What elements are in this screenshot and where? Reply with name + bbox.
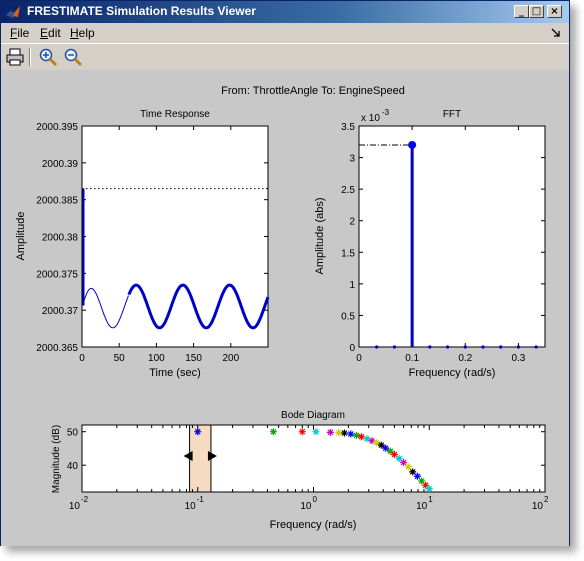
- time-response-xtick-label: 200: [222, 353, 239, 364]
- bode-xtick-exponent: 1: [428, 495, 433, 504]
- fft-point: [499, 345, 503, 349]
- bode-title: Bode Diagram: [281, 410, 345, 421]
- time-response-xtick-label: 100: [148, 353, 165, 364]
- bode-xtick-base: 10: [300, 501, 312, 512]
- time-response-ytick-label: 2000.395: [36, 122, 78, 133]
- fft-point: [481, 345, 485, 349]
- close-icon: ×: [550, 6, 559, 17]
- menu-help-rest: elp: [78, 26, 95, 40]
- time-response-ytick-label: 2000.37: [42, 306, 79, 317]
- menu-help-accel: H: [70, 26, 79, 40]
- figure-area: From: ThrottleAngle To: EngineSpeed Time…: [1, 70, 569, 546]
- time-response-ytick-label: 2000.375: [36, 269, 78, 280]
- bode-xtick-base: 10: [532, 501, 544, 512]
- fft-ytick-label: 1: [349, 280, 355, 291]
- time-response-axes[interactable]: [81, 125, 269, 348]
- fft-xtick-label: 0.1: [405, 353, 419, 364]
- window-title: FRESTIMATE Simulation Results Viewer: [27, 4, 256, 18]
- close-button[interactable]: ×: [547, 5, 562, 18]
- toolbar: [1, 43, 569, 71]
- fft-point: [392, 345, 397, 349]
- menu-help[interactable]: Help: [70, 26, 95, 40]
- minimize-icon: _: [519, 6, 524, 17]
- time-response-ylabel: Amplitude: [15, 212, 27, 261]
- menu-edit[interactable]: Edit: [40, 26, 61, 40]
- time-response-title: Time Response: [140, 109, 210, 120]
- fft-xtick-label: 0.2: [458, 353, 472, 364]
- fft-point: [534, 345, 538, 349]
- time-response-xtick-label: 0: [79, 353, 85, 364]
- fft-peak-marker[interactable]: [408, 140, 417, 149]
- fft-title: FFT: [443, 109, 461, 120]
- bode-ylabel: Magnitude (dB): [51, 425, 62, 493]
- figure-canvas: From: ThrottleAngle To: EngineSpeed Time…: [15, 85, 549, 531]
- fft-axes[interactable]: [358, 125, 546, 348]
- bode-xtick-base: 10: [69, 501, 81, 512]
- bode-xtick-exponent: -2: [81, 495, 89, 504]
- fft-ytick-label: 2: [349, 217, 355, 228]
- bode-xtick-exponent: -1: [197, 495, 205, 504]
- title-bar[interactable]: FRESTIMATE Simulation Results Viewer _ □…: [1, 1, 569, 23]
- time-response-xtick-label: 50: [114, 353, 126, 364]
- time-response-xtick-label: 150: [185, 353, 202, 364]
- fft-exponent-base: x 10: [361, 113, 380, 124]
- time-response-ytick-label: 2000.385: [36, 196, 78, 207]
- bode-ytick-label: 40: [67, 461, 79, 472]
- bode-xlabel: Frequency (rad/s): [270, 519, 357, 531]
- toolbar-separator: [29, 48, 31, 66]
- printer-icon[interactable]: [5, 47, 25, 67]
- zoom-out-icon[interactable]: [63, 47, 83, 67]
- minimize-button[interactable]: _: [514, 5, 529, 18]
- fft-ytick-label: 3: [349, 154, 355, 165]
- time-response-ytick-label: 2000.365: [36, 343, 78, 354]
- fft-ytick-label: 0.5: [341, 311, 355, 322]
- zoom-in-icon[interactable]: [38, 47, 58, 67]
- maximize-button[interactable]: □: [529, 5, 544, 18]
- bode-xtick-exponent: 2: [544, 495, 549, 504]
- fft-point: [375, 345, 379, 349]
- fft-xlabel: Frequency (rad/s): [409, 367, 496, 379]
- fft-point: [445, 345, 450, 349]
- fft-ytick-label: 0: [349, 343, 355, 354]
- bode-ytick-label: 50: [67, 428, 79, 439]
- time-response-ytick-label: 2000.39: [42, 159, 79, 170]
- maximize-icon: □: [531, 6, 542, 17]
- menu-edit-accel: E: [40, 26, 49, 40]
- app-window: FRESTIMATE Simulation Results Viewer _ □…: [0, 0, 570, 546]
- matlab-logo-icon: [6, 6, 20, 18]
- menu-edit-rest: dit: [48, 26, 61, 40]
- menu-bar: File Edit Help: [1, 23, 569, 42]
- fft-ylabel: Amplitude (abs): [314, 197, 326, 274]
- figure-header: From: ThrottleAngle To: EngineSpeed: [221, 85, 405, 97]
- menu-file[interactable]: File: [10, 26, 29, 40]
- fft-xtick-label: 0: [356, 353, 362, 364]
- bode-xtick-base: 10: [185, 501, 197, 512]
- time-response-xlabel: Time (sec): [149, 367, 201, 379]
- fft-xtick-label: 0.3: [511, 353, 525, 364]
- fft-ytick-label: 1.5: [341, 248, 355, 259]
- bode-axes[interactable]: [81, 424, 546, 493]
- bode-xtick-exponent: 0: [313, 495, 318, 504]
- fft-point: [428, 345, 432, 349]
- fft-exponent-power: -3: [382, 108, 390, 117]
- time-response-ytick-label: 2000.38: [42, 233, 79, 244]
- dock-arrow-icon[interactable]: [551, 28, 561, 38]
- bode-xtick-base: 10: [416, 501, 428, 512]
- fft-point: [463, 345, 467, 349]
- fft-ytick-label: 2.5: [341, 185, 355, 196]
- bode-selection-band[interactable]: [189, 424, 212, 493]
- fft-point: [516, 345, 521, 349]
- menu-file-rest: ile: [17, 26, 30, 40]
- fft-ytick-label: 3.5: [341, 122, 355, 133]
